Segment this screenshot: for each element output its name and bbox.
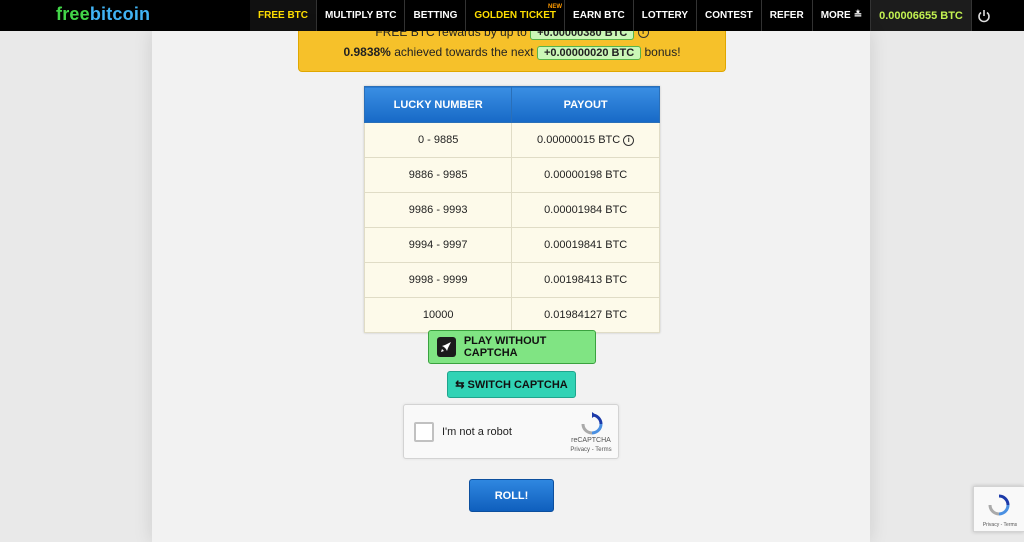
nav-free-btc[interactable]: FREE BTC [250,0,317,31]
lucky-number-range: 9998 - 9999 [363,262,513,298]
recaptcha-logo-icon [581,412,603,435]
nav-label: FREE BTC [258,10,308,21]
table-row: 9986 - 9993 0.00001984 BTC [363,192,660,228]
lucky-number-range: 10000 [363,297,513,333]
new-badge: NEW [548,4,563,10]
nav-betting[interactable]: BETTING [405,0,467,31]
nav-lottery[interactable]: LOTTERY [634,0,698,31]
table-row: 9998 - 9999 0.00198413 BTC [363,262,660,298]
table-row: 9886 - 9985 0.00000198 BTC [363,157,660,193]
info-icon[interactable]: i [623,134,635,146]
rocket-icon [437,337,456,357]
play-without-captcha-button[interactable]: PLAY WITHOUT CAPTCHA [428,330,596,364]
switch-captcha-button[interactable]: ⇆ SWITCH CAPTCHA [447,371,576,398]
reward-pill: +0.00000380 BTC [530,31,635,40]
nav-label: REFER [769,10,804,21]
switch-arrows-icon: ⇆ [455,379,465,391]
recaptcha-privacy-terms[interactable]: Privacy - Terms [564,447,618,453]
payout-table: LUCKY NUMBER PAYOUT 0 - 9885 0.00000015 … [363,86,660,333]
payout-value: 0.00000015 BTC [537,134,621,146]
payout-value: 0.01984127 BTC [511,297,660,333]
nav-label: CONTEST [705,10,753,21]
badge-privacy-terms: Privacy - Terms [982,522,1018,528]
nav-earn-btc[interactable]: EARN BTC [565,0,634,31]
banner-text: FREE BTC rewards by up to [375,31,527,39]
nav-label: MORE [820,10,851,21]
logo-free-text: free [56,4,90,24]
nav-refer[interactable]: REFER [762,0,813,31]
lucky-number-range: 9886 - 9985 [363,157,513,193]
payout-value: 0.00019841 BTC [511,227,660,263]
nav-label: MULTIPLY BTC [325,10,397,21]
recaptcha-checkbox[interactable] [414,422,434,442]
column-header-lucky-number: LUCKY NUMBER [363,86,513,123]
column-header-payout: PAYOUT [511,86,660,123]
table-row: 0 - 9885 0.00000015 BTC i [363,122,660,158]
payout-cell: 0.00000015 BTC i [511,122,660,158]
nav-multiply-btc[interactable]: MULTIPLY BTC [317,0,406,31]
top-navbar: freebitcoin FREE BTC MULTIPLY BTC BETTIN… [0,0,1024,31]
nav-label: GOLDEN TICKET [474,10,557,21]
table-row: 10000 0.01984127 BTC [363,297,660,333]
power-logout-icon[interactable] [972,0,996,31]
nav-contest[interactable]: CONTEST [697,0,762,31]
banner-line-1: FREE BTC rewards by up to +0.00000380 BT… [299,31,725,40]
info-icon[interactable]: i [637,31,649,39]
logo-bitcoin-text: bitcoin [89,4,151,24]
switch-captcha-label: SWITCH CAPTCHA [467,378,568,391]
next-bonus-pill: +0.00000020 BTC [536,46,642,60]
banner-line-2: 0.9838% achieved towards the next +0.000… [299,45,725,60]
nav-label: BETTING [413,10,458,21]
payout-value: 0.00198413 BTC [511,262,660,298]
main-nav: FREE BTC MULTIPLY BTC BETTING GOLDEN TIC… [250,0,996,31]
banner-text: achieved towards the next [394,45,534,59]
lucky-number-range: 9986 - 9993 [363,192,513,228]
payout-value: 0.00000198 BTC [511,157,660,193]
recaptcha-widget: I'm not a robot reCAPTCHA Privacy - Term… [403,404,619,459]
lucky-number-range: 0 - 9885 [363,122,513,158]
site-logo[interactable]: freebitcoin [56,4,150,25]
recaptcha-brand: reCAPTCHA [571,437,611,444]
bonus-percent: 0.9838% [343,45,391,59]
banner-text: bonus! [644,45,681,59]
double-chevron-down-icon: ≛ [853,10,863,21]
bonus-banner: FREE BTC rewards by up to +0.00000380 BT… [298,31,726,72]
nav-label: LOTTERY [641,10,689,21]
roll-button[interactable]: ROLL! [469,479,554,512]
recaptcha-label: I'm not a robot [442,426,512,438]
recaptcha-logo-icon [988,494,1010,516]
nav-golden-ticket[interactable]: GOLDEN TICKET NEW [466,0,566,31]
payout-value: 0.00001984 BTC [511,192,660,228]
play-without-captcha-label: PLAY WITHOUT CAPTCHA [463,335,547,359]
lucky-number-range: 9994 - 9997 [363,227,513,263]
table-row: 9994 - 9997 0.00019841 BTC [363,227,660,263]
nav-more[interactable]: MORE ≛ [813,0,872,31]
table-header-row: LUCKY NUMBER PAYOUT [363,86,660,123]
recaptcha-badge[interactable]: Privacy - Terms [973,486,1024,532]
nav-label: EARN BTC [573,10,625,21]
roll-label: ROLL! [494,489,529,502]
balance-display: 0.00006655 BTC [871,0,972,31]
